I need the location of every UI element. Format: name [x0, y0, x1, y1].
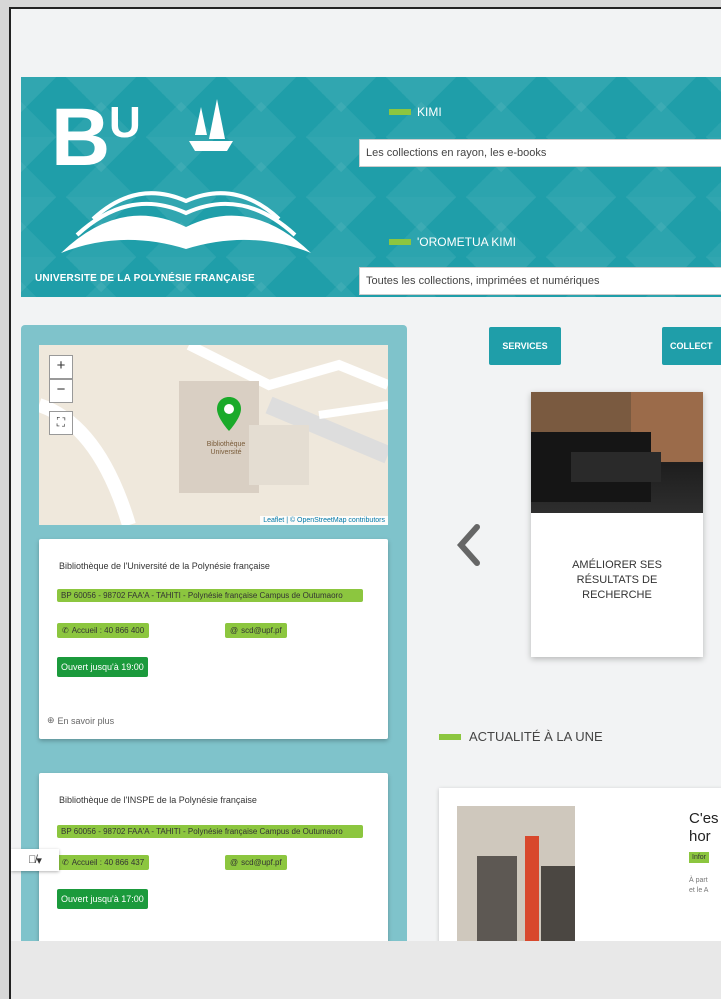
header-banner: B U UNIVERSITE DE LA POLYNÉSIE FRANÇAISE…	[21, 77, 721, 297]
news-title-line: C'es	[689, 810, 719, 827]
library-email[interactable]: @ scd@upf.pf	[225, 623, 287, 638]
libraries-sidebar: + − ⛶ Bibliothèque Université Leaflet | …	[21, 325, 407, 941]
search-label-text: KIMI	[417, 105, 442, 119]
news-excerpt-line: À part	[689, 877, 708, 884]
fullscreen-button[interactable]: ⛶	[49, 411, 73, 435]
library-card: Bibliothèque de l'Université de la Polyn…	[39, 539, 388, 739]
bu-logo[interactable]: B U UNIVERSITE DE LA POLYNÉSIE FRANÇAISE	[21, 77, 351, 297]
zoom-out-button[interactable]: −	[49, 379, 73, 403]
book-logo-icon: B U	[51, 92, 311, 253]
news-tag[interactable]: Infor	[689, 852, 710, 863]
news-title: C'es hor	[689, 810, 719, 846]
phone-text: Accueil : 40 866 437	[71, 858, 145, 867]
search-label-text: 'OROMETUA KIMI	[417, 235, 516, 249]
svg-text:B: B	[51, 92, 110, 183]
laptop-photo	[531, 392, 703, 502]
tile-caption: AMÉLIORER SES RÉSULTATS DE RECHERCHE	[572, 559, 662, 601]
phone-icon: ✆	[62, 626, 69, 635]
map-marker-label: Bibliothèque Université	[206, 441, 246, 456]
map-marker-icon[interactable]	[217, 397, 241, 431]
chevron-left-icon	[456, 524, 480, 566]
chevron-down-icon: ▾	[36, 854, 42, 867]
library-phone[interactable]: ✆ Accueil : 40 866 437	[57, 855, 150, 870]
opening-status[interactable]: Ouvert jusqu'à 19:00	[57, 657, 148, 677]
email-text: scd@upf.pf	[241, 626, 282, 635]
phone-text: Accueil : 40 866 400	[71, 626, 145, 635]
library-phone[interactable]: ✆ Accueil : 40 866 400	[57, 623, 150, 638]
logo-caption: UNIVERSITE DE LA POLYNÉSIE FRANÇAISE	[35, 273, 255, 284]
news-title-line: hor	[689, 828, 711, 845]
library-email[interactable]: @ scd@upf.pf	[225, 855, 287, 870]
tile-image	[531, 392, 703, 513]
map-attribution[interactable]: Leaflet | © OpenStreetMap contributors	[260, 516, 388, 525]
more-info-link[interactable]: ⊕ En savoir plus	[47, 715, 114, 726]
phone-icon: ✆	[62, 858, 69, 867]
svg-text:U: U	[109, 98, 141, 147]
library-map[interactable]: + − ⛶ Bibliothèque Université Leaflet | …	[39, 345, 388, 525]
page-bottom-area	[11, 941, 721, 999]
label-accent-bar	[389, 109, 411, 115]
news-section-heading: ACTUALITÉ À LA UNE	[439, 729, 603, 744]
library-name: Bibliothèque de l'Université de la Polyn…	[59, 561, 270, 571]
search-input-orometua[interactable]: Toutes les collections, imprimées et num…	[359, 267, 721, 295]
library-card: Bibliothèque de l'INSPE de la Polynésie …	[39, 773, 388, 941]
browser-frame: B U UNIVERSITE DE LA POLYNÉSIE FRANÇAISE…	[9, 7, 721, 999]
email-text: scd@upf.pf	[241, 858, 282, 867]
carousel-tile[interactable]: AMÉLIORER SES RÉSULTATS DE RECHERCHE	[531, 392, 703, 657]
search-label-kimi: KIMI	[389, 105, 442, 119]
opening-status[interactable]: Ouvert jusqu'à 17:00	[57, 889, 148, 909]
search-label-orometua: 'OROMETUA KIMI	[389, 235, 516, 249]
label-accent-bar	[389, 239, 411, 245]
library-name: Bibliothèque de l'INSPE de la Polynésie …	[59, 795, 257, 805]
zoom-in-button[interactable]: +	[49, 355, 73, 379]
library-shelves-photo	[457, 806, 575, 941]
news-excerpt: À part et le A	[689, 876, 708, 896]
carousel-prev-button[interactable]	[455, 523, 481, 576]
collections-button[interactable]: COLLECT	[662, 327, 721, 365]
heading-accent-bar	[439, 733, 461, 740]
map-tiles	[39, 345, 388, 525]
search-input-kimi[interactable]: Les collections en rayon, les e-books	[359, 139, 721, 167]
plus-circle-icon: ⊕	[47, 715, 55, 725]
eye-slash-icon: 👁̸	[28, 854, 37, 866]
at-icon: @	[230, 626, 239, 635]
library-address: BP 60056 - 98702 FAA'A - TAHITI - Polyné…	[57, 589, 363, 602]
services-button[interactable]: SERVICES	[489, 327, 561, 365]
page-viewport: B U UNIVERSITE DE LA POLYNÉSIE FRANÇAISE…	[11, 9, 721, 941]
news-section-title: ACTUALITÉ À LA UNE	[469, 729, 603, 744]
news-card[interactable]: C'es hor Infor À part et le A	[439, 788, 721, 941]
at-icon: @	[230, 858, 239, 867]
accessibility-toggle[interactable]: 👁̸ ▾	[11, 849, 59, 871]
news-excerpt-line: et le A	[689, 887, 709, 894]
library-address: BP 60056 - 98702 FAA'A - TAHITI - Polyné…	[57, 825, 363, 838]
more-info-text: En savoir plus	[57, 715, 115, 726]
news-image	[457, 806, 575, 941]
